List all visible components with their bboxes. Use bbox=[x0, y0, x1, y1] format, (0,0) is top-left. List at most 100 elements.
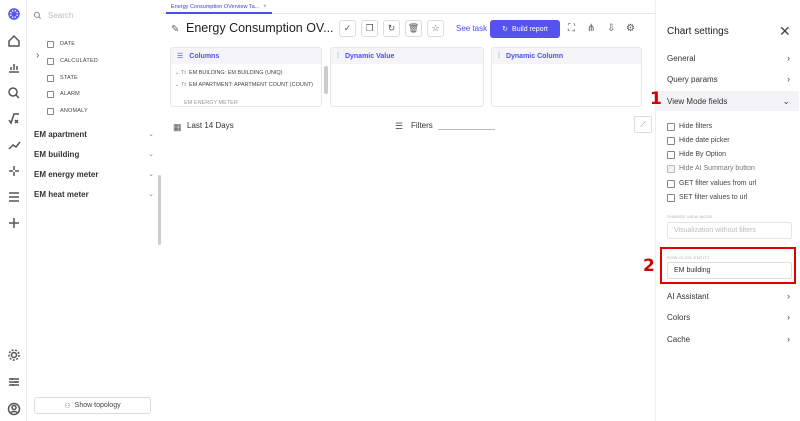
sliders-icon[interactable] bbox=[6, 374, 22, 390]
close-icon[interactable]: ✕ bbox=[779, 23, 791, 40]
calendar-icon[interactable]: ▦ bbox=[173, 122, 182, 133]
copy-button[interactable]: ❐ bbox=[361, 20, 378, 37]
fullscreen-icon[interactable]: ⛶ bbox=[568, 23, 575, 34]
chevron-down-icon: ⌄ bbox=[782, 95, 790, 106]
search-report-icon[interactable] bbox=[6, 85, 22, 101]
dynamic-column-panel: ⁞ Dynamic Column bbox=[491, 47, 642, 107]
section-general[interactable]: General › bbox=[656, 48, 799, 68]
dynamic-value-header: ⁞ Dynamic Value bbox=[331, 48, 483, 64]
bar-chart-icon[interactable] bbox=[6, 59, 22, 75]
tab-energy-consumption[interactable]: Energy Consumption OVerview Ta... × bbox=[166, 1, 272, 14]
chevron-down-icon: ⌄ bbox=[148, 131, 154, 138]
dynamic-column-header: ⁞ Dynamic Column bbox=[492, 48, 641, 64]
filter-icon[interactable]: ☰ bbox=[395, 121, 403, 132]
column-item[interactable]: ⌄ Tt EM APARTMENT: APARTMENT COUNT (COUNT… bbox=[175, 82, 315, 89]
refresh-icon: ↻ bbox=[387, 23, 396, 33]
checkbox-hide-date-picker[interactable]: Hide date picker bbox=[667, 135, 730, 146]
chart-settings-title: Chart settings bbox=[667, 26, 729, 37]
tree-item-alarm[interactable]: ALARM bbox=[47, 88, 80, 100]
data-source-panel: Search › DATE CALCULATED STATE ALARM ANO… bbox=[27, 0, 162, 421]
step-1-marker: 1 bbox=[650, 89, 662, 109]
section-view-mode-fields[interactable]: View Mode fields ⌄ bbox=[656, 91, 799, 111]
anomaly-icon bbox=[47, 107, 54, 115]
topology-icon: ⚇ bbox=[64, 402, 71, 410]
chart-type-button[interactable]: ⟋ bbox=[634, 116, 652, 133]
download-icon[interactable]: ⇩ bbox=[607, 23, 615, 34]
tab-bar: Energy Consumption OVerview Ta... × bbox=[163, 0, 655, 14]
star-icon: ☆ bbox=[431, 23, 440, 33]
chevron-right-icon: › bbox=[787, 74, 790, 84]
user-avatar-icon[interactable] bbox=[6, 401, 22, 417]
dynamic-value-panel: ⁞ Dynamic Value bbox=[330, 47, 484, 107]
add-icon[interactable] bbox=[6, 215, 22, 231]
checkbox-hide-ai-summary[interactable]: Hide AI Summary button bbox=[667, 163, 755, 174]
shared-view-mode-label: SHARED VIEW MODE bbox=[667, 214, 713, 219]
refresh-button[interactable]: ↻ bbox=[383, 20, 400, 37]
checkbox-hide-filters[interactable]: Hide filters bbox=[667, 121, 712, 132]
show-topology-button[interactable]: ⚇ Show topology bbox=[34, 397, 151, 414]
section-query-params[interactable]: Query params › bbox=[656, 69, 799, 89]
settings-gear-icon[interactable] bbox=[6, 347, 22, 363]
dynamic-value-icon: ⁞ bbox=[337, 52, 339, 60]
chevron-right-icon: › bbox=[787, 291, 790, 301]
column-item[interactable]: EM ENERGY METER bbox=[175, 100, 315, 107]
close-tab-icon[interactable]: × bbox=[263, 4, 267, 10]
copy-icon: ❐ bbox=[365, 23, 374, 33]
filters-label[interactable]: Filters bbox=[411, 121, 433, 130]
group-em-heat-meter[interactable]: EM heat meter ⌄ bbox=[34, 187, 154, 201]
tree-item-date[interactable]: DATE bbox=[47, 38, 75, 50]
tree-item-anomaly[interactable]: ANOMALY bbox=[47, 105, 88, 117]
trend-icon[interactable] bbox=[6, 137, 22, 153]
chevron-right-icon: › bbox=[787, 312, 790, 322]
see-task-link[interactable]: See task bbox=[456, 24, 487, 33]
formula-icon[interactable] bbox=[6, 111, 22, 127]
search-input[interactable]: Search bbox=[48, 11, 73, 20]
trash-icon: 🗑 bbox=[407, 23, 420, 33]
gear-icon[interactable]: ⚙ bbox=[626, 23, 635, 34]
report-title[interactable]: Energy Consumption OV... bbox=[186, 21, 334, 35]
chevron-right-icon: › bbox=[787, 53, 790, 63]
tree-item-state[interactable]: STATE bbox=[47, 72, 78, 84]
date-range-picker[interactable]: Last 14 Days bbox=[187, 121, 234, 130]
group-em-apartment[interactable]: EM apartment ⌄ bbox=[34, 127, 154, 141]
highlight-box bbox=[660, 247, 796, 284]
section-colors[interactable]: Colors › bbox=[656, 307, 799, 327]
chevron-down-icon: ⌄ bbox=[148, 191, 154, 198]
section-cache[interactable]: Cache › bbox=[656, 329, 799, 349]
checkmark-button[interactable]: ✓ bbox=[339, 20, 356, 37]
menu-icon[interactable] bbox=[6, 189, 22, 205]
sparkle-icon[interactable] bbox=[6, 163, 22, 179]
edit-pencil-icon[interactable]: ✎ bbox=[171, 24, 179, 35]
view-mode-select[interactable]: Visualization without filters bbox=[667, 222, 792, 239]
tree-item-calculated[interactable]: CALCULATED bbox=[47, 55, 98, 67]
refresh-icon: ↻ bbox=[502, 26, 509, 33]
group-em-energy-meter[interactable]: EM energy meter ⌄ bbox=[34, 167, 154, 181]
filter-bar: ▦ Last 14 Days ☰ Filters ⟋ bbox=[163, 116, 655, 136]
columns-header: ☰ Columns bbox=[171, 48, 321, 64]
expand-panel-icon[interactable]: › bbox=[36, 50, 39, 61]
chevron-down-icon: ⌄ bbox=[148, 151, 154, 158]
favorite-button[interactable]: ☆ bbox=[427, 20, 444, 37]
group-em-building[interactable]: EM building ⌄ bbox=[34, 147, 154, 161]
search-box[interactable]: Search bbox=[33, 8, 153, 22]
columns-panel: ☰ Columns ⌄ Tt EM BUILDING: EM BUILDING (… bbox=[170, 47, 328, 107]
check-icon: ✓ bbox=[343, 23, 352, 33]
home-icon[interactable] bbox=[6, 33, 22, 49]
column-item[interactable]: ⌄ Tt EM BUILDING: EM BUILDING (UNIQ) bbox=[175, 70, 315, 77]
panel-scrollbar[interactable] bbox=[158, 175, 161, 245]
delete-button[interactable]: 🗑 bbox=[405, 20, 422, 37]
search-icon bbox=[33, 11, 42, 19]
build-report-button[interactable]: ↻ Build report bbox=[490, 20, 560, 38]
share-icon[interactable]: ⋔ bbox=[587, 23, 595, 34]
columns-scrollbar[interactable] bbox=[324, 66, 328, 94]
checkbox-set-filter-values[interactable]: SET filter values to url bbox=[667, 192, 747, 203]
filters-input[interactable] bbox=[438, 129, 495, 130]
icon-rail bbox=[0, 0, 27, 421]
section-ai-assistant[interactable]: AI Assistant › bbox=[656, 286, 799, 306]
logo-icon[interactable] bbox=[6, 6, 22, 22]
alarm-bell-icon bbox=[47, 90, 54, 98]
chevron-down-icon: ⌄ bbox=[148, 171, 154, 178]
step-2-marker: 2 bbox=[643, 256, 655, 276]
checkbox-get-filter-values[interactable]: GET filter values from url bbox=[667, 178, 756, 189]
checkbox-hide-by-option[interactable]: Hide By Option bbox=[667, 149, 726, 160]
